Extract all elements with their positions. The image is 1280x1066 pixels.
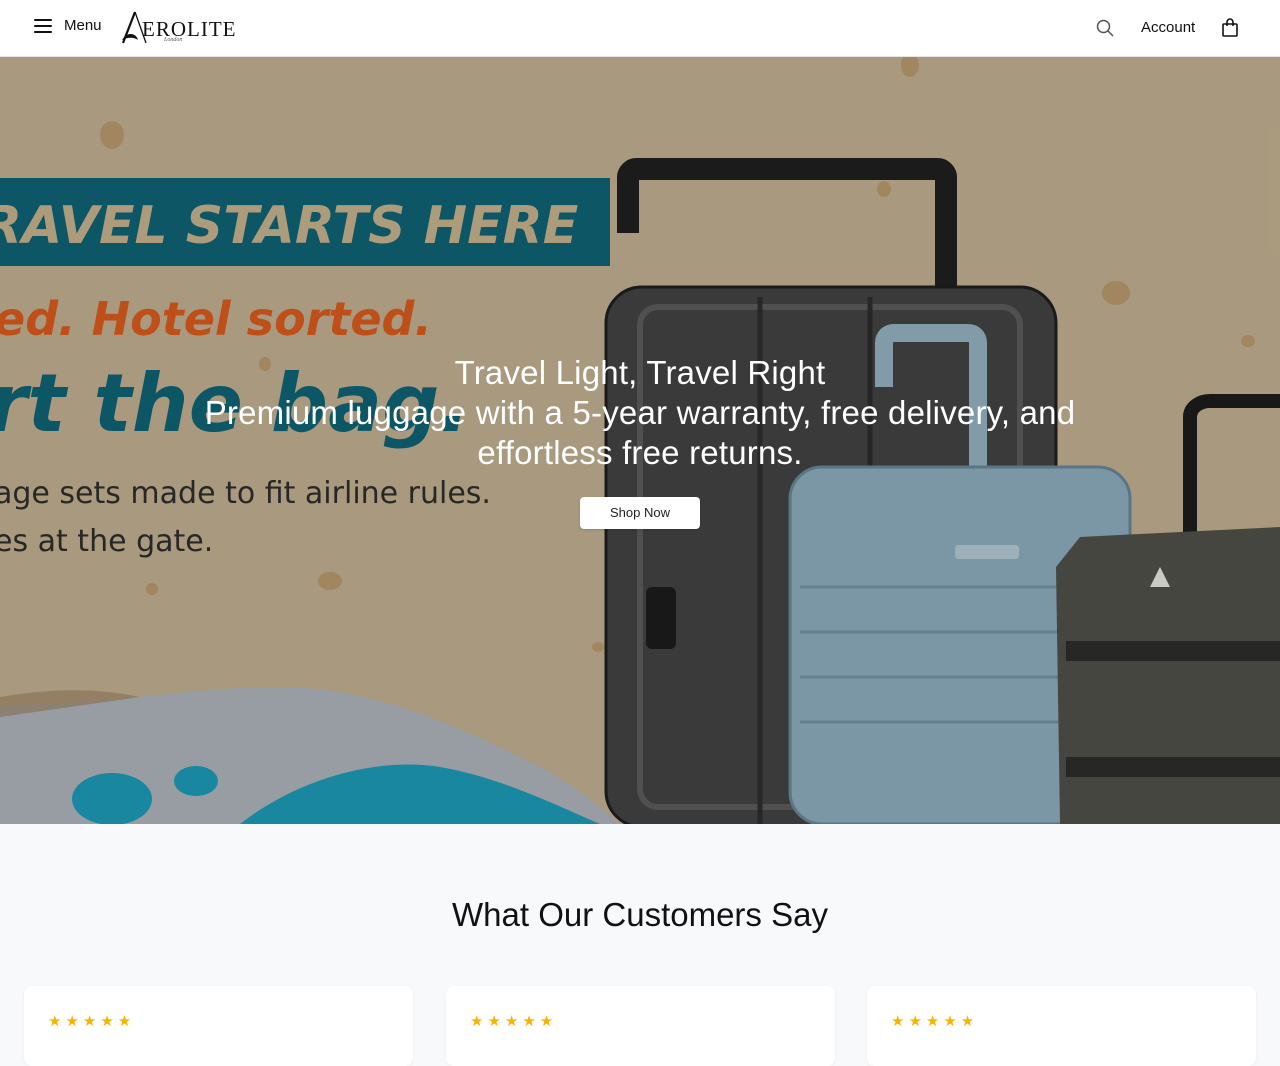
review-card: ★★★★★ [446,986,835,1066]
hero-content: Travel Light, Travel Right Premium lugga… [0,353,1280,529]
hero-banner: RAVEL STARTS HERE ed. Hotel sorted. rt t… [0,57,1280,824]
hero-title: Travel Light, Travel Right [454,354,826,391]
cart-button[interactable] [1221,18,1239,38]
account-link[interactable]: Account [1141,19,1195,36]
menu-button[interactable]: Menu [34,17,102,34]
site-header: Menu EROLITE London Account [0,0,1280,57]
review-card: ★★★★★ [867,986,1256,1066]
logo-text: EROLITE [142,17,237,41]
hero-subtitle: Premium luggage with a 5-year warranty, … [204,394,1076,471]
hamburger-icon [34,18,52,33]
shop-now-button[interactable]: Shop Now [580,497,700,529]
logo-subtext: London [164,37,183,43]
review-card: ★★★★★ [24,986,413,1066]
star-rating: ★★★★★ [891,1013,979,1030]
reviews-section: What Our Customers Say ★★★★★ ★★★★★ ★★★★★ [0,824,1280,1066]
star-rating: ★★★★★ [48,1013,136,1030]
star-rating: ★★★★★ [470,1013,558,1030]
reviews-title: What Our Customers Say [452,896,828,933]
menu-label: Menu [64,17,102,34]
shopping-bag-icon [1222,18,1238,37]
logo[interactable]: EROLITE London [120,10,235,46]
search-icon [1096,19,1114,37]
search-button[interactable] [1096,19,1114,37]
